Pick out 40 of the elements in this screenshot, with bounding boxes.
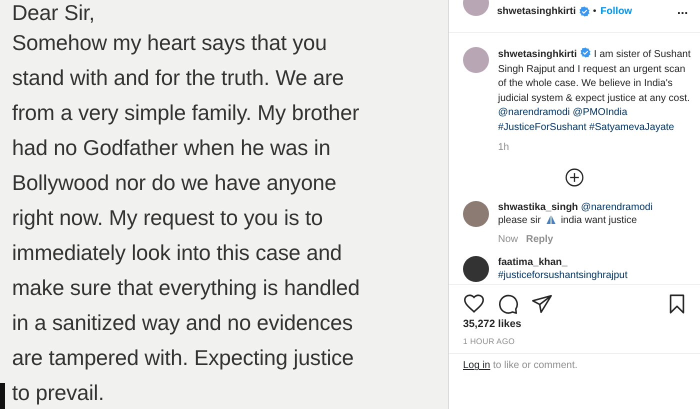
letter-text: in a sanitized way and no evidences xyxy=(12,310,354,337)
username-link[interactable]: shwastika_singh xyxy=(498,202,578,212)
mention-link[interactable]: @PMOIndia xyxy=(572,107,628,118)
letter-text: are tampered with. Expecting justice xyxy=(12,345,355,372)
letter-text: right now. My request to you is to xyxy=(12,205,324,232)
hashtag-link[interactable]: #SatyamevaJayate xyxy=(589,122,674,132)
mention-link[interactable]: @narendramodi xyxy=(580,202,653,212)
edge-mark xyxy=(0,383,5,409)
letter-text: Bollywood nor do we have anyone xyxy=(12,170,338,197)
hashtag-link[interactable]: #justiceforsushantsinghrajput xyxy=(498,268,628,282)
more-options[interactable]: ... xyxy=(677,4,688,16)
username-link[interactable]: shwetasinghkirti xyxy=(498,49,577,60)
login-text: to like or comment. xyxy=(493,360,578,372)
post-date: 1 HOUR AGO xyxy=(462,336,516,348)
letter-text: to prevail. xyxy=(12,380,106,407)
username-link[interactable]: shwetasinghkirti xyxy=(497,4,576,19)
likes-count: 35,272 likes xyxy=(462,316,522,332)
letter-text: make sure that everything is handled xyxy=(12,275,361,302)
letter-text: stand with and for the truth. We are xyxy=(12,65,345,92)
caption-text: shwetasinghkirti I am sister of Sushant Singh Rajput and I request an urgent scan of the whole case. We believe in India's judicial system & expect justice at any cost. @narendramodi @PMOIndia #JusticeForSushant #SatyamevaJayate xyxy=(498,47,692,134)
letter-text: from a very simple family. My brother xyxy=(12,100,360,127)
comment-icon[interactable] xyxy=(497,292,519,314)
separator-dot: • xyxy=(592,5,596,19)
avatar[interactable] xyxy=(463,256,489,282)
heart-icon[interactable] xyxy=(463,292,485,314)
praying-hands-icon xyxy=(544,214,557,226)
letter-text: had no Godfather when he was in xyxy=(12,135,332,162)
post-time: 1h xyxy=(498,141,510,155)
send-icon[interactable] xyxy=(531,292,553,314)
mention-link[interactable]: @narendramodi xyxy=(498,107,570,118)
login-link[interactable]: Log in xyxy=(463,360,490,372)
comment-text: india want justice xyxy=(560,214,637,226)
letter-text: immediately look into this case and xyxy=(12,240,343,267)
letter-text: Somehow my heart says that you xyxy=(12,30,328,57)
hashtag-link[interactable]: #JusticeForSushant xyxy=(498,122,586,132)
comment-text: please sir xyxy=(498,214,541,226)
load-more-icon[interactable] xyxy=(565,168,584,186)
comment-time: Now xyxy=(498,232,518,246)
letter-text: Dear Sir, xyxy=(12,0,96,26)
username-link[interactable]: faatima_khan_ xyxy=(498,256,568,268)
